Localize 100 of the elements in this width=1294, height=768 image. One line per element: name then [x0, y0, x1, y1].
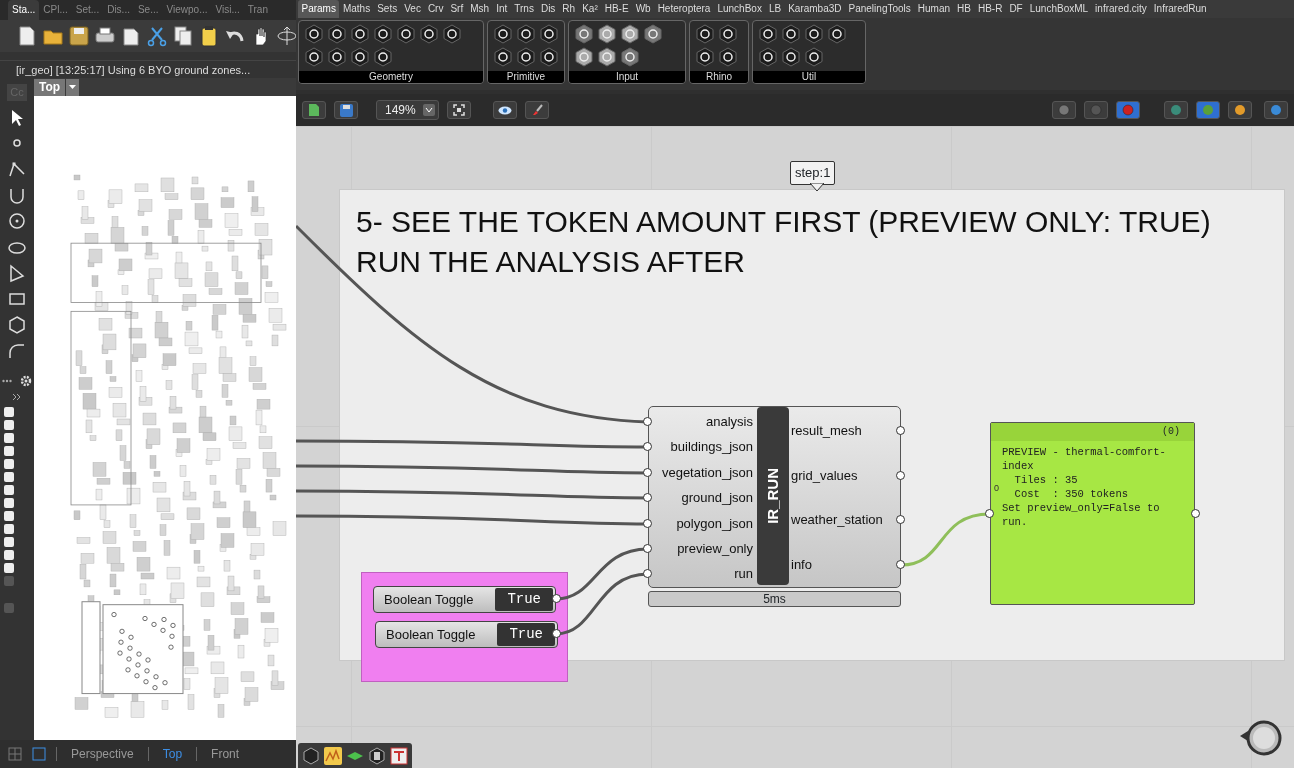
component-tab[interactable]: Vec	[400, 0, 425, 18]
viewport-menu-button[interactable]	[66, 78, 80, 96]
component-tab[interactable]: Maths	[339, 0, 374, 18]
component-icon[interactable]	[695, 24, 715, 44]
toolbar-tab[interactable]: Viewpo...	[162, 0, 212, 20]
output-grip[interactable]	[552, 629, 561, 638]
surface-icon[interactable]	[368, 746, 386, 765]
polygon-icon[interactable]	[7, 263, 27, 283]
layer-checkbox[interactable]	[4, 433, 14, 443]
component-tab[interactable]: Crv	[424, 0, 447, 18]
display-mode-button[interactable]	[1196, 101, 1220, 119]
component-tab[interactable]: Ka²	[578, 0, 602, 18]
layer-checkbox[interactable]	[4, 407, 14, 417]
output-grip[interactable]	[1191, 509, 1200, 518]
component-icon[interactable]	[804, 47, 824, 67]
component-tab[interactable]: HB-E	[601, 0, 633, 18]
component-tab[interactable]: Wb	[632, 0, 655, 18]
component-tab[interactable]: Dis	[537, 0, 559, 18]
more-options-icon[interactable]	[2, 379, 12, 383]
component-tab[interactable]: Params	[298, 0, 340, 18]
component-icon[interactable]	[304, 47, 324, 67]
component-tab[interactable]: PanelingTools	[845, 0, 915, 18]
toolbar-tab[interactable]: Se...	[133, 0, 163, 20]
input-grip[interactable]	[643, 442, 652, 451]
component-tab[interactable]: Heteroptera	[654, 0, 714, 18]
component-icon[interactable]	[396, 24, 416, 44]
component-icon[interactable]	[718, 24, 738, 44]
component-icon[interactable]	[539, 24, 559, 44]
component-icon[interactable]	[304, 24, 324, 44]
scissors-icon[interactable]	[146, 25, 167, 47]
component-icon[interactable]	[493, 47, 513, 67]
component-icon[interactable]	[597, 47, 617, 67]
dropdown-caret-icon[interactable]	[422, 104, 435, 116]
layer-checkbox[interactable]	[4, 459, 14, 469]
output-grip[interactable]	[896, 426, 905, 435]
component-tab[interactable]: LunchBoxML	[1026, 0, 1092, 18]
component-icon[interactable]	[327, 24, 347, 44]
ribbon-group-label[interactable]: Primitive	[488, 71, 564, 83]
component-icon[interactable]	[695, 47, 715, 67]
ribbon-group-label[interactable]: Input	[569, 71, 685, 83]
layer-checkbox[interactable]	[4, 420, 14, 430]
ribbon-group-label[interactable]: Geometry	[299, 71, 483, 83]
component-tab[interactable]: LunchBox	[713, 0, 766, 18]
expand-chevron-icon[interactable]	[12, 393, 22, 401]
component-icon[interactable]	[643, 24, 663, 44]
input-grip[interactable]	[643, 417, 652, 426]
sketch-button[interactable]	[524, 101, 549, 119]
component-icon[interactable]	[539, 47, 559, 67]
component-icon[interactable]	[327, 47, 347, 67]
component-icon[interactable]	[574, 47, 594, 67]
component-tab[interactable]: LB	[765, 0, 785, 18]
component-icon[interactable]	[373, 47, 393, 67]
viewport-tab[interactable]: Top	[158, 745, 187, 763]
layer-checkbox[interactable]	[4, 603, 14, 613]
component-tab[interactable]: Srf	[446, 0, 467, 18]
globe-button[interactable]	[1264, 101, 1288, 119]
output-grip[interactable]	[552, 594, 561, 603]
shaded-preview-button[interactable]	[1052, 101, 1076, 119]
component-icon[interactable]	[373, 24, 393, 44]
hexagon-icon[interactable]	[7, 315, 27, 335]
boolean-toggle[interactable]: Boolean Toggle True	[375, 621, 558, 648]
component-icon[interactable]	[516, 47, 536, 67]
component-tab[interactable]: Sets	[373, 0, 401, 18]
document-icon[interactable]	[120, 25, 141, 47]
open-file-button[interactable]	[302, 101, 326, 119]
mesh-preview-button[interactable]	[1164, 101, 1188, 119]
component-icon[interactable]	[758, 24, 778, 44]
component-icon[interactable]	[827, 24, 847, 44]
layer-checkbox[interactable]	[4, 550, 14, 560]
zoom-extents-button[interactable]	[446, 101, 471, 119]
ribbon-group-label[interactable]: Util	[753, 71, 865, 83]
component-icon[interactable]	[758, 47, 778, 67]
component-icon[interactable]	[718, 47, 738, 67]
component-icon[interactable]	[516, 24, 536, 44]
number-slider-icon[interactable]	[302, 746, 320, 765]
input-grip[interactable]	[643, 544, 652, 553]
component-icon[interactable]	[350, 47, 370, 67]
layer-checkbox[interactable]	[4, 446, 14, 456]
layer-checkbox[interactable]	[4, 524, 14, 534]
toolbar-tab[interactable]: Tran	[243, 0, 272, 20]
copy-icon[interactable]	[172, 25, 193, 47]
zoom-field[interactable]: 149%	[376, 100, 439, 120]
component-icon[interactable]	[350, 24, 370, 44]
component-icon[interactable]	[804, 24, 824, 44]
preview-button[interactable]	[492, 101, 517, 119]
render-preview-button[interactable]	[1228, 101, 1252, 119]
component-icon[interactable]	[781, 47, 801, 67]
component-tab[interactable]: Karamba3D	[784, 0, 845, 18]
new-document-icon[interactable]	[16, 25, 37, 47]
fillet-icon[interactable]	[7, 341, 27, 361]
component-tab[interactable]: Trns	[510, 0, 538, 18]
viewport-tab[interactable]: Perspective	[67, 745, 138, 763]
settings-icon[interactable]	[20, 375, 32, 387]
component-tab[interactable]: HB-R	[974, 0, 1006, 18]
layer-checkbox[interactable]	[4, 511, 14, 521]
component-tab[interactable]: DF	[1005, 0, 1027, 18]
boolean-toggle[interactable]: Boolean Toggle True	[373, 586, 556, 613]
output-grip[interactable]	[896, 515, 905, 524]
component-tab[interactable]: Rh	[558, 0, 579, 18]
input-grip[interactable]	[643, 493, 652, 502]
